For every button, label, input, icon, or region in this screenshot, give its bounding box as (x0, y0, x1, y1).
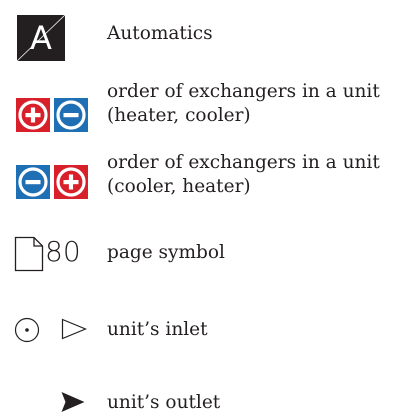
page-symbol-label: page symbol (107, 242, 225, 263)
cooler-heater-label-line1: order of exchangers in a unit (107, 152, 380, 173)
inlet-dot-circle-icon (14, 317, 40, 343)
automatics-badge-letter: A (30, 19, 52, 57)
heater-cooler-icons (16, 98, 90, 132)
outlet-label: unit’s outlet (107, 392, 221, 413)
cooler-heater-icons (16, 165, 90, 199)
page-number: 80 (45, 235, 81, 268)
inlet-label: unit’s inlet (107, 319, 208, 340)
page-icon (14, 236, 44, 272)
automatics-label: Automatics (107, 23, 213, 44)
inlet-arrow-icon (61, 318, 87, 340)
plus-circle-icon (16, 98, 50, 132)
plus-circle-icon (54, 165, 88, 199)
heater-cooler-label-line1: order of exchangers in a unit (107, 81, 380, 102)
cooler-heater-label: order of exchangers in a unit (cooler, h… (107, 151, 380, 199)
automatics-badge-icon: A (17, 15, 65, 61)
cooler-heater-label-line2: (cooler, heater) (107, 176, 251, 197)
heater-cooler-label: order of exchangers in a unit (heater, c… (107, 80, 380, 128)
heater-cooler-label-line2: (heater, cooler) (107, 105, 251, 126)
minus-circle-icon (16, 165, 50, 199)
minus-circle-icon (54, 98, 88, 132)
outlet-arrow-icon (61, 392, 85, 412)
